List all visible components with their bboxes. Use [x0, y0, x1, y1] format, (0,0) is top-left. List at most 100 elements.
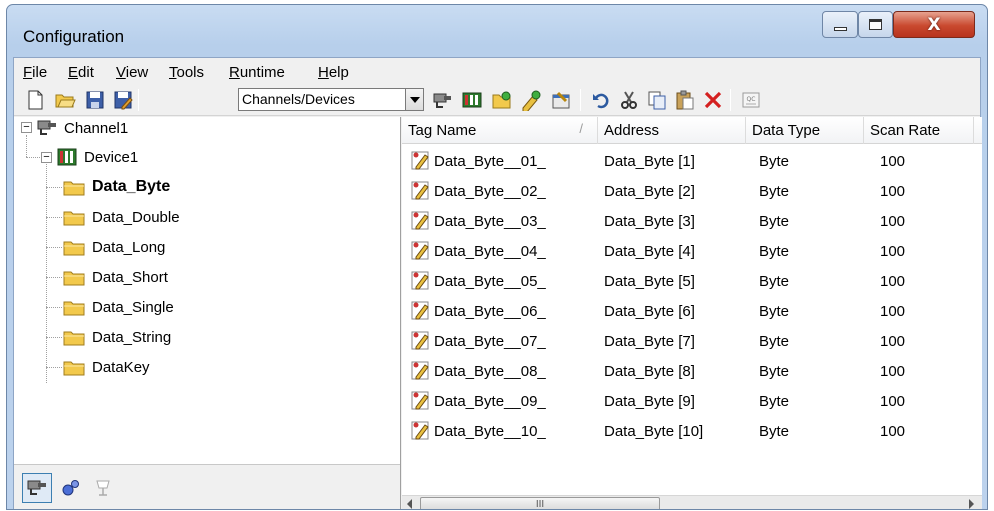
- folder-icon: [63, 331, 85, 346]
- scroll-thumb[interactable]: III: [420, 497, 660, 510]
- cell-scan-rate: 100: [880, 243, 906, 260]
- table-row[interactable]: Data_Byte__10_ Data_Byte [10] Byte 100: [402, 416, 982, 446]
- properties-icon[interactable]: [550, 89, 572, 111]
- new-device-icon[interactable]: [461, 89, 483, 111]
- cell-scan-rate: 100: [880, 213, 906, 230]
- column-header-address[interactable]: Address: [598, 117, 746, 144]
- paste-icon[interactable]: [674, 89, 696, 111]
- table-row[interactable]: Data_Byte__05_ Data_Byte [5] Byte 100: [402, 266, 982, 296]
- tag-icon: [411, 301, 429, 320]
- tag-icon: [411, 331, 429, 350]
- close-icon: X: [927, 14, 941, 35]
- cell-data-type: Byte: [759, 243, 790, 260]
- menu-runtime[interactable]: Runtime: [229, 64, 285, 81]
- cell-address: Data_Byte [9]: [604, 393, 695, 410]
- tree-node-label: Data_String: [92, 328, 172, 346]
- tree-line: [46, 337, 62, 338]
- tag-icon: [411, 391, 429, 410]
- aliases-view-button[interactable]: [56, 473, 86, 503]
- scroll-left-icon[interactable]: [407, 499, 412, 509]
- cell-tag-name: Data_Byte__01_: [434, 153, 546, 170]
- table-row[interactable]: Data_Byte__08_ Data_Byte [8] Byte 100: [402, 356, 982, 386]
- cell-scan-rate: 100: [880, 153, 906, 170]
- save-as-icon[interactable]: [112, 89, 134, 111]
- copy-icon[interactable]: [646, 89, 668, 111]
- cell-tag-name: Data_Byte__05_: [434, 273, 546, 290]
- save-icon[interactable]: [84, 89, 106, 111]
- open-folder-icon[interactable]: [54, 89, 76, 111]
- menu-file[interactable]: File: [23, 64, 47, 81]
- window-title: Configuration: [23, 27, 125, 46]
- close-button[interactable]: X: [893, 11, 975, 38]
- device-icon: [57, 148, 77, 166]
- table-row[interactable]: Data_Byte__07_ Data_Byte [7] Byte 100: [402, 326, 982, 356]
- tree-node-channel[interactable]: Channel1: [36, 117, 128, 139]
- client-area: File Edit View Tools Runtime Help Channe…: [13, 57, 982, 510]
- cell-tag-name: Data_Byte__08_: [434, 363, 546, 380]
- column-header-label: Data Type: [752, 122, 821, 139]
- tree-node-data-long[interactable]: Data_Long: [62, 236, 165, 258]
- chevron-down-icon[interactable]: [405, 89, 423, 110]
- menu-tools[interactable]: Tools: [169, 64, 204, 81]
- tree-node-data-single[interactable]: Data_Single: [62, 296, 174, 318]
- tree-node-datakey[interactable]: DataKey: [62, 356, 150, 378]
- cell-tag-name: Data_Byte__07_: [434, 333, 546, 350]
- folder-icon: [63, 361, 85, 376]
- table-row[interactable]: Data_Byte__09_ Data_Byte [9] Byte 100: [402, 386, 982, 416]
- table-row[interactable]: Data_Byte__01_ Data_Byte [1] Byte 100: [402, 146, 982, 176]
- menu-edit[interactable]: Edit: [68, 64, 94, 81]
- tree-node-data-string[interactable]: Data_String: [62, 326, 171, 348]
- tree-node-label: Data_Byte: [92, 178, 171, 195]
- collapse-channel-icon[interactable]: −: [21, 122, 32, 133]
- new-file-icon[interactable]: [24, 89, 46, 111]
- tag-icon: [411, 421, 429, 440]
- cell-tag-name: Data_Byte__04_: [434, 243, 546, 260]
- new-tag-icon[interactable]: [520, 89, 542, 111]
- tag-icon: [411, 151, 429, 170]
- tree-node-data-byte[interactable]: Data_Byte: [62, 176, 170, 198]
- cell-data-type: Byte: [759, 213, 790, 230]
- maximize-button[interactable]: [858, 11, 893, 38]
- minimize-button[interactable]: [822, 11, 858, 38]
- cut-icon[interactable]: [618, 89, 640, 111]
- cell-address: Data_Byte [4]: [604, 243, 695, 260]
- cell-address: Data_Byte [7]: [604, 333, 695, 350]
- folder-icon: [63, 301, 85, 316]
- scroll-grip: III: [535, 498, 545, 510]
- delete-icon[interactable]: [702, 89, 724, 111]
- title-bar[interactable]: Configuration X: [7, 5, 987, 57]
- channels-view-button[interactable]: [22, 473, 52, 503]
- quick-client-icon[interactable]: QC: [740, 89, 762, 111]
- tag-icon: [411, 241, 429, 260]
- new-channel-icon[interactable]: [431, 89, 453, 111]
- menu-bar: File Edit View Tools Runtime Help: [14, 58, 980, 84]
- table-row[interactable]: Data_Byte__02_ Data_Byte [2] Byte 100: [402, 176, 982, 206]
- menu-help[interactable]: Help: [318, 64, 349, 81]
- new-tag-group-icon[interactable]: [491, 89, 513, 111]
- column-header-data-type[interactable]: Data Type: [746, 117, 864, 144]
- table-row[interactable]: Data_Byte__04_ Data_Byte [4] Byte 100: [402, 236, 982, 266]
- toolbar-separator: [580, 89, 581, 111]
- tree-node-data-short[interactable]: Data_Short: [62, 266, 168, 288]
- folder-icon: [63, 211, 85, 226]
- cell-scan-rate: 100: [880, 303, 906, 320]
- table-row[interactable]: Data_Byte__03_ Data_Byte [3] Byte 100: [402, 206, 982, 236]
- column-header-scan-rate[interactable]: Scan Rate: [864, 117, 974, 144]
- configuration-window: Configuration X File Edit View Tools Run…: [6, 4, 988, 510]
- channel-tree: − Channel1 − Device1 Data_Byte Data_Doub…: [14, 117, 401, 509]
- scroll-right-icon[interactable]: [969, 499, 974, 509]
- cell-address: Data_Byte [5]: [604, 273, 695, 290]
- events-view-button[interactable]: [88, 473, 118, 503]
- menu-view[interactable]: View: [116, 64, 148, 81]
- tree-node-device[interactable]: Device1: [56, 146, 138, 168]
- undo-icon[interactable]: [590, 89, 612, 111]
- column-header-tag-name[interactable]: Tag Name /: [402, 117, 598, 144]
- view-selector-dropdown[interactable]: Channels/Devices: [238, 88, 424, 111]
- horizontal-scrollbar[interactable]: III: [402, 495, 982, 510]
- table-row[interactable]: Data_Byte__06_ Data_Byte [6] Byte 100: [402, 296, 982, 326]
- minimize-icon: [833, 27, 847, 31]
- tag-icon: [411, 181, 429, 200]
- tree-node-label: Data_Single: [92, 298, 174, 316]
- tree-node-data-double[interactable]: Data_Double: [62, 206, 180, 228]
- collapse-device-icon[interactable]: −: [41, 152, 52, 163]
